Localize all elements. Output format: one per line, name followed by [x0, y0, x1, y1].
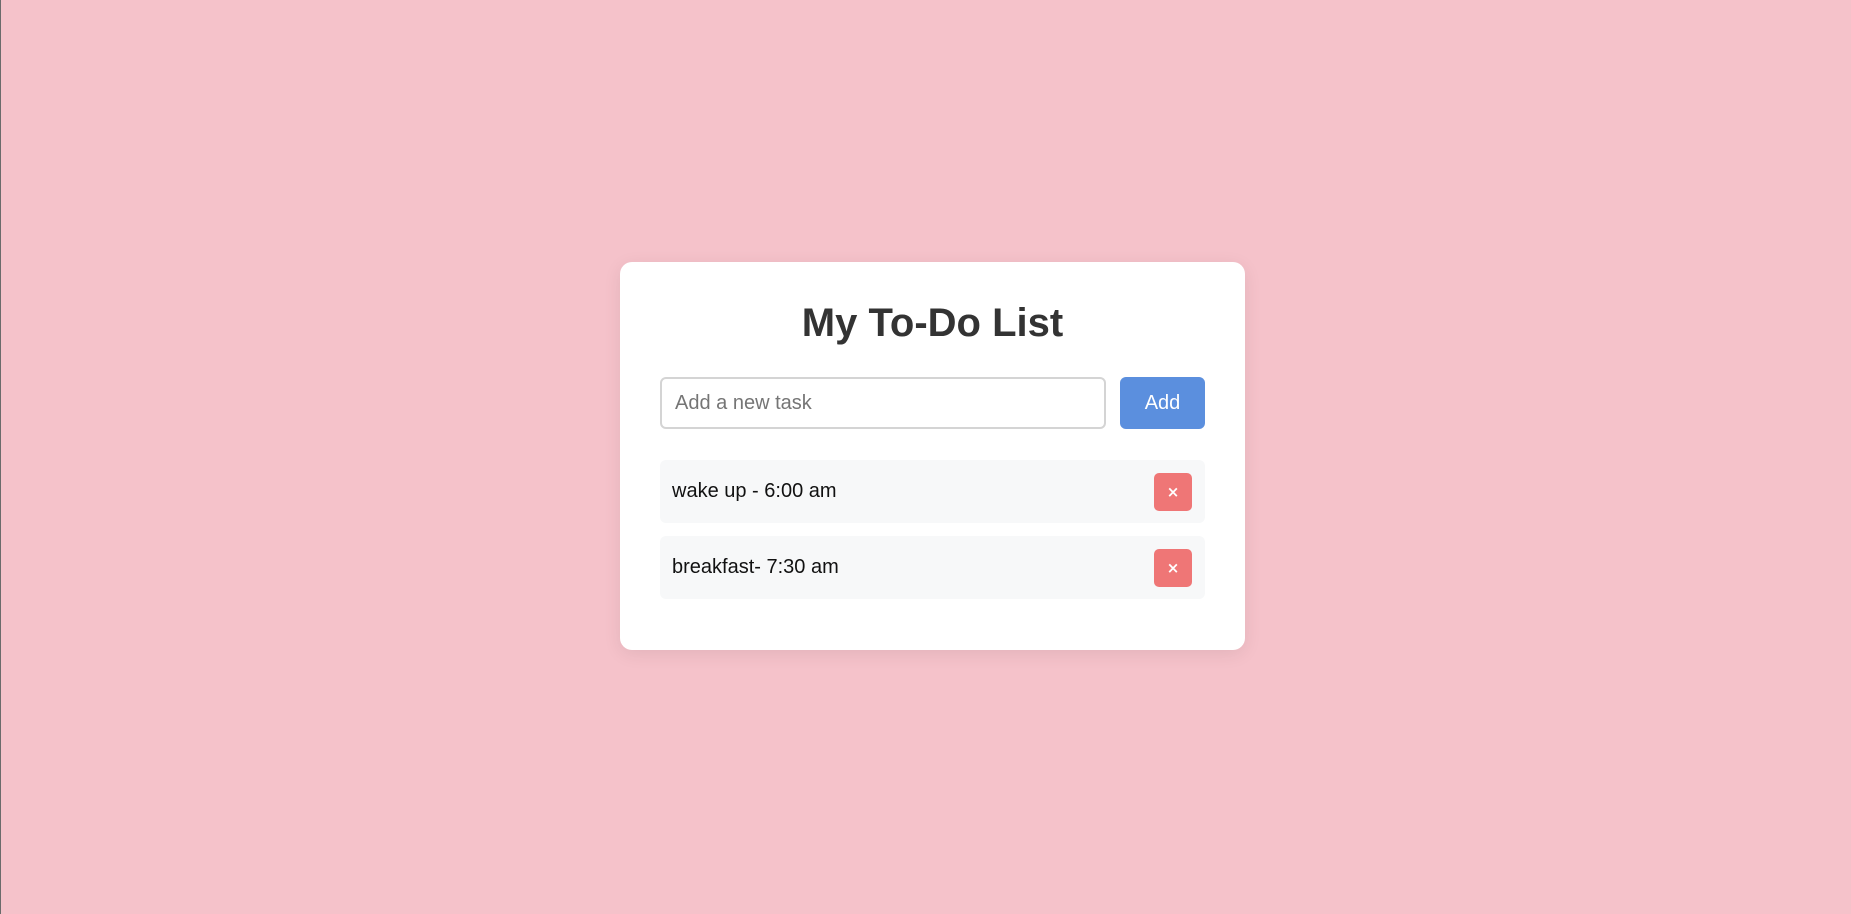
task-item: wake up - 6:00 am × — [660, 460, 1205, 523]
delete-task-button[interactable]: × — [1154, 472, 1192, 511]
new-task-row: Add — [660, 377, 1205, 429]
close-icon: × — [1166, 558, 1180, 577]
page-title: My To-Do List — [801, 301, 1064, 345]
todo-card: My To-Do List Add wake up - 6:00 am × br… — [620, 262, 1245, 650]
add-task-button[interactable]: Add — [1120, 377, 1205, 429]
close-icon: × — [1166, 482, 1180, 501]
task-list: wake up - 6:00 am × breakfast- 7:30 am × — [660, 460, 1205, 599]
task-item: breakfast- 7:30 am × — [660, 536, 1205, 599]
delete-task-button[interactable]: × — [1154, 548, 1192, 587]
new-task-input[interactable] — [660, 377, 1106, 429]
task-text: breakfast- 7:30 am — [672, 556, 839, 578]
task-text: wake up - 6:00 am — [672, 480, 837, 502]
